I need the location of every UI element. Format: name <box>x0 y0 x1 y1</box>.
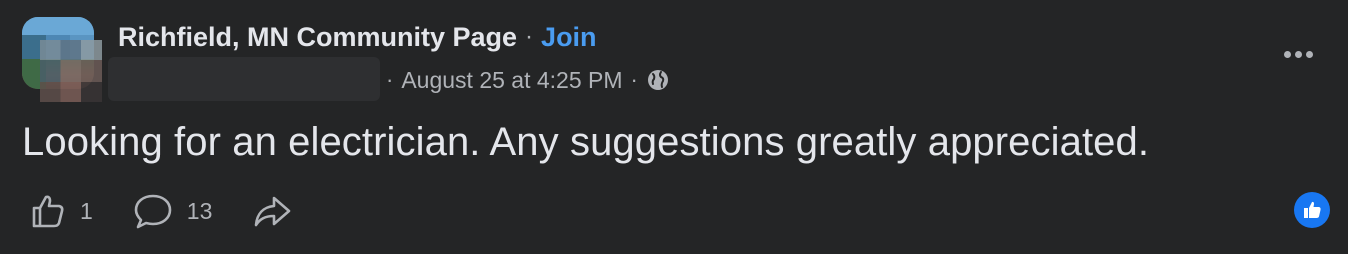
group-name-link[interactable]: Richfield, MN Community Page <box>118 22 517 53</box>
post-timestamp[interactable]: August 25 at 4:25 PM <box>401 67 622 94</box>
post-meta: · August 25 at 4:25 PM · <box>386 64 670 96</box>
like-button[interactable]: 1 <box>28 192 93 230</box>
post-body-text: Looking for an electrician. Any suggesti… <box>22 120 1150 164</box>
like-count: 1 <box>80 197 93 224</box>
post-header: Richfield, MN Community Page · Join <box>118 20 597 54</box>
header-separator: · <box>525 23 534 50</box>
globe-icon <box>646 68 670 92</box>
comment-count: 13 <box>186 197 213 224</box>
meta-separator: · <box>630 67 638 92</box>
author-name-redacted[interactable] <box>108 57 380 101</box>
share-button[interactable] <box>252 192 292 230</box>
action-bar: 1 13 <box>28 190 332 232</box>
comment-bubble-icon <box>133 192 173 230</box>
author-avatar[interactable] <box>40 40 102 102</box>
share-arrow-icon <box>252 192 292 230</box>
feed-post: Richfield, MN Community Page · Join · Au… <box>0 0 1348 254</box>
comment-button[interactable]: 13 <box>133 192 213 230</box>
more-options-icon[interactable] <box>1278 40 1318 68</box>
thumbs-up-icon <box>28 192 66 230</box>
like-reaction-icon[interactable] <box>1294 192 1330 228</box>
meta-separator: · <box>386 67 394 92</box>
join-button[interactable]: Join <box>541 22 597 53</box>
